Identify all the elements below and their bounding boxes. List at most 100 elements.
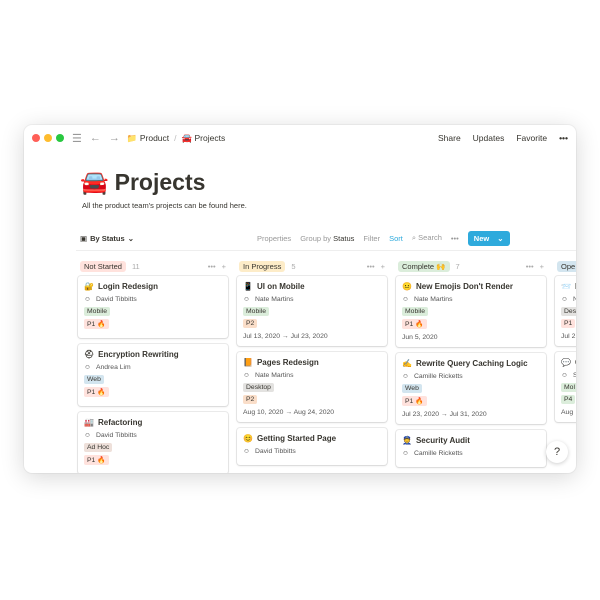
new-label: New: [473, 233, 490, 243]
card-title-text: Pages Redesign: [256, 358, 319, 367]
more-icon[interactable]: •••: [367, 262, 375, 271]
project-icon: 😊: [243, 434, 253, 443]
project-card[interactable]: 🏭 Refactoring ☺ David Tibbitts Ad Hoc P1 🔥: [78, 412, 228, 473]
column-status-label[interactable]: Ope: [557, 260, 576, 272]
avatar-icon: ☺: [243, 372, 250, 379]
project-card[interactable]: 👮 Security Audit ☺ Camille Ricketts: [396, 430, 546, 467]
tag: Mobile: [84, 307, 111, 316]
project-card[interactable]: 😐 New Emojis Don't Render ☺ Nate Martins Mob…: [396, 276, 546, 347]
board-column: Complete 🙌 7 ••• + 😐 New Emojis Don't Render ☺…: [396, 256, 546, 473]
avatar-icon: ☺: [84, 364, 91, 371]
project-icon: ✍️: [402, 359, 412, 368]
card-title-text: F: [575, 282, 576, 291]
more-options-icon[interactable]: •••: [559, 133, 568, 143]
card-assignee: ☺ Andrea Lim: [84, 364, 222, 371]
assignee-name: Camille Ricketts: [413, 450, 463, 457]
assignee-name: Nate Martins: [254, 296, 294, 303]
chevron-down-icon[interactable]: ⌄: [497, 234, 503, 243]
project-icon: 📙: [243, 358, 253, 367]
more-icon[interactable]: •••: [208, 262, 216, 271]
board-column: Not Started 11 ••• + 🔐 Login Redesign ☺ David T…: [78, 256, 228, 473]
chevron-down-icon: ⌄: [127, 233, 134, 243]
more-icon[interactable]: •••: [526, 262, 534, 271]
card-assignee: ☺ Nate Martins: [402, 296, 540, 303]
tag: Des: [561, 307, 576, 316]
assignee-name: N: [572, 296, 576, 303]
plus-icon[interactable]: +: [381, 262, 385, 271]
breadcrumb-label: Product: [139, 132, 170, 143]
help-button[interactable]: ?: [546, 441, 568, 463]
page-title: 🚘 Projects: [80, 169, 205, 196]
page-title-text: Projects: [114, 169, 206, 195]
plus-icon[interactable]: +: [540, 262, 544, 271]
new-button[interactable]: New ⌄: [467, 230, 510, 246]
project-card[interactable]: 📱 UI on Mobile ☺ Nate Martins Mobile P2 Jul 13…: [237, 276, 387, 346]
search-button[interactable]: ⌕ Search: [412, 233, 442, 243]
assignee-name: Andrea Lim: [95, 364, 131, 371]
project-card[interactable]: ⛑ Encryption Rewriting ☺ Andrea Lim Web P1 🔥: [78, 344, 228, 406]
project-card[interactable]: 📙 Pages Redesign ☺ Nate Martins Desktop P2 Aug…: [237, 352, 387, 422]
properties-button[interactable]: Properties: [257, 234, 291, 243]
back-arrow-icon[interactable]: ←: [90, 132, 101, 144]
project-icon: 📨: [561, 282, 571, 291]
close-window-button[interactable]: [32, 134, 40, 142]
avatar-icon: ☺: [402, 296, 409, 303]
column-status-label[interactable]: Not Started: [80, 260, 126, 272]
maximize-window-button[interactable]: [56, 134, 64, 142]
more-icon[interactable]: •••: [451, 234, 459, 243]
tag: P1 🔥: [84, 387, 109, 397]
card-assignee: ☺ David Tibbitts: [84, 432, 222, 439]
view-selector[interactable]: ▣ By Status ⌄: [80, 234, 134, 243]
tag: P1 🔥: [84, 455, 109, 465]
menu-icon[interactable]: ☰: [72, 132, 82, 145]
project-card[interactable]: 📨F☺NDesP1Jul 2: [555, 276, 576, 346]
project-card[interactable]: ✍️ Rewrite Query Caching Logic ☺ Camille Ri…: [396, 353, 546, 424]
card-title: ✍️ Rewrite Query Caching Logic: [402, 359, 540, 368]
divider: [76, 250, 576, 251]
tag: P1 🔥: [402, 319, 427, 329]
favorite-button[interactable]: Favorite: [516, 133, 547, 143]
project-card[interactable]: 😊 Getting Started Page ☺ David Tibbitts: [237, 428, 387, 465]
column-status-label[interactable]: Complete 🙌: [398, 260, 450, 272]
card-assignee: ☺ David Tibbitts: [243, 448, 381, 455]
card-assignee: ☺ Nate Martins: [243, 296, 381, 303]
search-label: Search: [418, 233, 442, 242]
assignee-name: Nate Martins: [413, 296, 453, 303]
project-card[interactable]: 🔐 Login Redesign ☺ David Tibbitts Mobile P1 🔥: [78, 276, 228, 338]
search-icon: ⌕: [411, 233, 417, 242]
assignee-name: David Tibbitts: [95, 432, 137, 439]
breadcrumb-projects[interactable]: 🚘 Projects: [182, 133, 226, 144]
forward-arrow-icon[interactable]: →: [109, 132, 120, 144]
group-by-value: Status: [333, 233, 355, 243]
tag: P1 🔥: [84, 319, 109, 329]
minimize-window-button[interactable]: [44, 134, 52, 142]
plus-icon[interactable]: +: [222, 262, 226, 271]
avatar-icon: ☺: [402, 450, 409, 457]
column-status-label[interactable]: In Progress: [239, 260, 286, 272]
project-card[interactable]: 💬C☺SMolP4Aug: [555, 352, 576, 422]
filter-button[interactable]: Filter: [363, 234, 380, 243]
project-icon: 😐: [402, 282, 412, 291]
card-title-text: C: [575, 358, 576, 367]
sort-button[interactable]: Sort: [389, 234, 403, 243]
breadcrumb-product[interactable]: 📁 Product: [127, 133, 169, 144]
card-title-text: Security Audit: [415, 436, 470, 445]
column-cards: 📨F☺NDesP1Jul 2💬C☺SMolP4Aug: [555, 276, 576, 422]
share-button[interactable]: Share: [438, 133, 461, 143]
card-date: Jul 13, 2020 → Jul 23, 2020: [243, 333, 328, 340]
card-date: Jun 5, 2020: [402, 334, 438, 341]
group-by-button[interactable]: Group by Status: [300, 234, 354, 243]
tag: Ad Hoc: [84, 443, 113, 452]
project-icon: 👮: [402, 436, 412, 445]
assignee-name: Camille Ricketts: [413, 373, 463, 380]
column-header: In Progress 5 ••• +: [237, 256, 387, 276]
board-toolbar: ▣ By Status ⌄ Properties Group by Status F…: [80, 230, 576, 246]
tag: Web: [84, 375, 104, 384]
tag: Web: [402, 384, 422, 393]
car-icon: 🚘: [80, 169, 109, 195]
updates-button[interactable]: Updates: [473, 133, 505, 143]
tag: P1 🔥: [402, 396, 427, 406]
column-actions: ••• +: [367, 262, 385, 271]
project-icon: 💬: [561, 358, 571, 367]
card-title-text: Getting Started Page: [256, 434, 337, 443]
